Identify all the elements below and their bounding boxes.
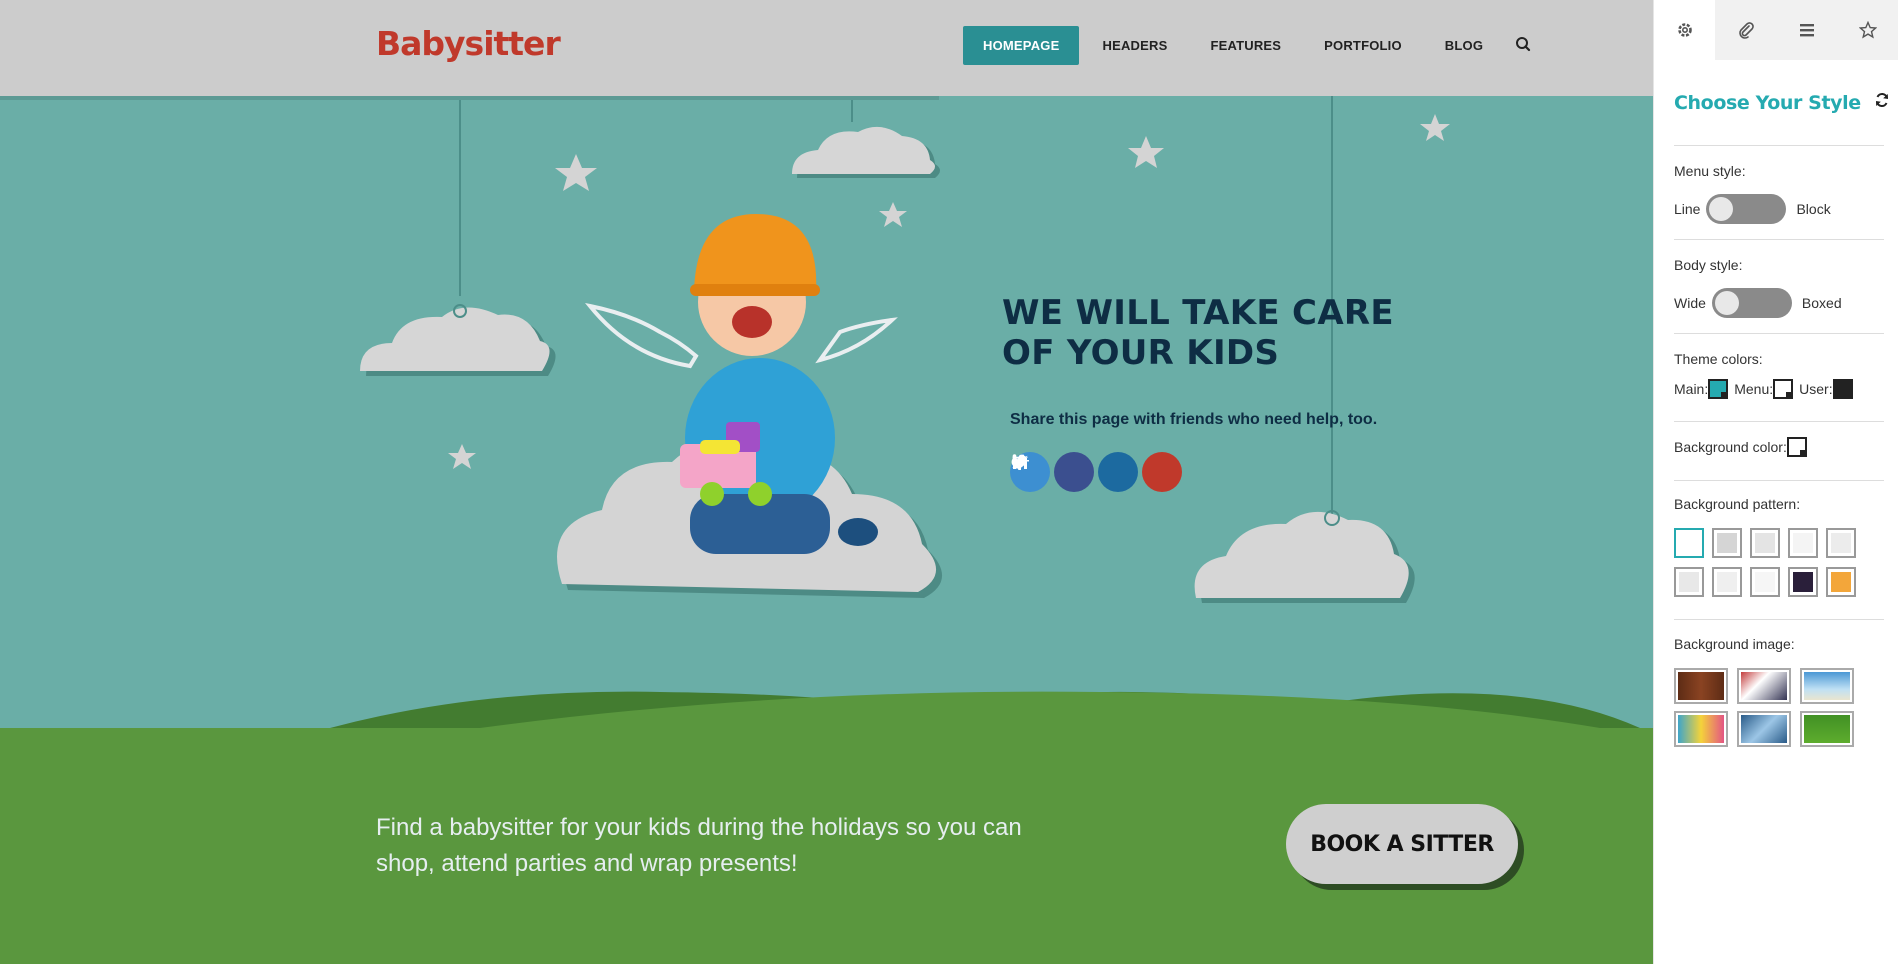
divider (1674, 145, 1884, 146)
main-nav: HOMEPAGE HEADERS FEATURES PORTFOLIO BLOG (963, 26, 1542, 65)
main-color-swatch[interactable] (1708, 379, 1729, 399)
nav-item-homepage[interactable]: HOMEPAGE (963, 26, 1080, 65)
user-color-swatch[interactable] (1832, 379, 1853, 399)
body-style-label: Body style: (1674, 257, 1743, 273)
background-color-swatch[interactable] (1786, 437, 1807, 457)
body-style-toggle[interactable] (1711, 288, 1792, 318)
facebook-icon[interactable] (1015, 452, 1094, 492)
menu-icon[interactable] (1777, 0, 1838, 60)
nav-item-portfolio[interactable]: PORTFOLIO (1304, 26, 1422, 65)
cta-section: Find a babysitter for your kids during t… (0, 728, 1653, 964)
pattern-option[interactable] (1674, 528, 1704, 558)
background-image-option[interactable] (1737, 668, 1791, 704)
nav-item-headers[interactable]: HEADERS (1082, 26, 1187, 65)
background-color-row: Background color: (1674, 437, 1813, 457)
pattern-option[interactable] (1750, 528, 1780, 558)
book-sitter-button[interactable]: BOOK A SITTER (1286, 804, 1518, 884)
body-style-row: Wide Boxed (1674, 288, 1842, 318)
divider (1674, 421, 1884, 422)
style-switcher-panel: Choose Your Style Menu style: Line Block… (1653, 0, 1898, 964)
background-image-option[interactable] (1800, 668, 1854, 704)
user-color-label: User: (1799, 381, 1833, 397)
divider (1674, 619, 1884, 620)
divider (1674, 239, 1884, 240)
cta-text: Find a babysitter for your kids during t… (376, 814, 1022, 877)
cloud-left (360, 304, 556, 376)
divider (1674, 333, 1884, 334)
panel-tabs (1654, 0, 1898, 60)
hero-subtitle: Share this page with friends who need he… (1010, 411, 1378, 428)
menu-color-label: Menu: (1734, 381, 1774, 397)
site-logo[interactable]: Babysitter (376, 24, 561, 63)
pattern-option[interactable] (1712, 528, 1742, 558)
main-color-label: Main: (1674, 381, 1709, 397)
background-image-grid (1674, 668, 1854, 747)
refresh-icon[interactable] (1874, 92, 1890, 113)
pattern-option[interactable] (1674, 567, 1704, 597)
pattern-option[interactable] (1788, 528, 1818, 558)
hero-title-line2: OF YOUR KIDS (1002, 333, 1280, 373)
cloud-top (792, 126, 940, 178)
linkedin-icon[interactable] (1012, 452, 1138, 492)
panel-title: Choose Your Style (1674, 92, 1861, 114)
paperclip-icon[interactable] (1715, 0, 1776, 60)
pattern-option[interactable] (1788, 567, 1818, 597)
background-color-label: Background color: (1674, 439, 1787, 455)
nav-item-features[interactable]: FEATURES (1190, 26, 1301, 65)
pattern-grid (1674, 528, 1856, 597)
background-image-label: Background image: (1674, 636, 1795, 652)
menu-style-label: Menu style: (1674, 163, 1746, 179)
menu-style-right-label: Block (1796, 201, 1831, 217)
hero-title-line1: WE WILL TAKE CARE (1002, 293, 1394, 333)
header-divider (0, 96, 939, 100)
menu-style-row: Line Block (1674, 194, 1831, 224)
pattern-option[interactable] (1826, 567, 1856, 597)
hero-illustration (330, 96, 1640, 728)
background-image-option[interactable] (1674, 711, 1728, 747)
pattern-option[interactable] (1750, 567, 1780, 597)
cloud-right (1194, 510, 1415, 603)
nav-item-blog[interactable]: BLOG (1425, 26, 1503, 65)
menu-style-toggle[interactable] (1706, 194, 1787, 224)
background-image-option[interactable] (1737, 711, 1791, 747)
menu-color-swatch[interactable] (1773, 379, 1794, 399)
hero-title: WE WILL TAKE CARE OF YOUR KIDS (1002, 293, 1422, 373)
divider (1674, 480, 1884, 481)
theme-colors-label: Theme colors: (1674, 351, 1763, 367)
pattern-option[interactable] (1712, 567, 1742, 597)
google-plus-icon[interactable] (1011, 452, 1182, 492)
theme-colors-row: Main: Menu: User: (1674, 379, 1859, 399)
background-pattern-label: Background pattern: (1674, 496, 1801, 512)
background-image-option[interactable] (1674, 668, 1728, 704)
share-buttons (1010, 452, 1182, 492)
star-icon[interactable] (1838, 0, 1898, 60)
hero-section: WE WILL TAKE CARE OF YOUR KIDS Share thi… (0, 96, 1653, 728)
body-style-right-label: Boxed (1801, 295, 1842, 311)
pattern-option[interactable] (1826, 528, 1856, 558)
website: Babysitter HOMEPAGE HEADERS FEATURES POR… (0, 0, 1653, 964)
background-image-option[interactable] (1800, 711, 1854, 747)
body-style-left-label: Wide (1674, 295, 1706, 311)
menu-style-left-label: Line (1674, 201, 1701, 217)
gear-icon[interactable] (1654, 0, 1716, 60)
site-header: Babysitter HOMEPAGE HEADERS FEATURES POR… (0, 0, 1653, 96)
search-icon[interactable] (1506, 26, 1542, 65)
